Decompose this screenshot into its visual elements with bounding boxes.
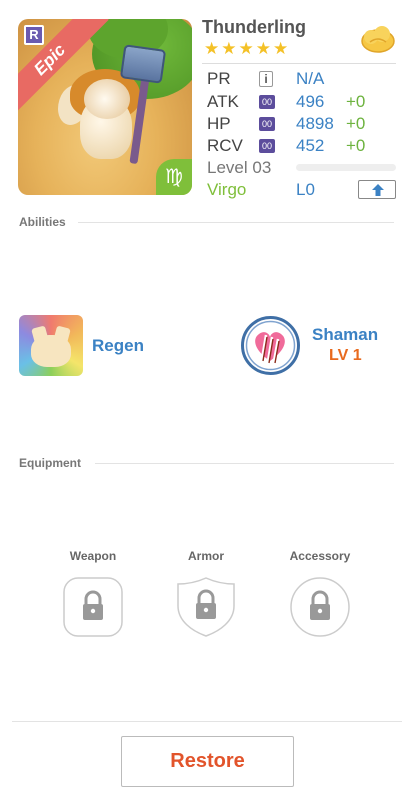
class-level: LV 1	[329, 347, 362, 364]
stat-label: RCV	[207, 136, 243, 155]
armor-slot[interactable]	[175, 576, 237, 638]
stat-value: 4898	[296, 114, 334, 133]
stat-row-rcv: RCV 00 452 +0	[207, 135, 402, 157]
upgrade-button[interactable]	[358, 180, 396, 199]
star-rating: ★★★★★	[204, 39, 291, 58]
abilities-section-label: Abilities	[19, 215, 66, 229]
level-label: Level 03	[207, 158, 272, 177]
cloud-icon[interactable]	[360, 24, 396, 54]
regen-skill-icon[interactable]	[19, 315, 83, 376]
footer-divider	[12, 721, 402, 722]
stat-value: 452	[296, 136, 325, 155]
slot-label-armor: Armor	[187, 549, 224, 563]
creature-head	[84, 79, 130, 119]
monster-portrait[interactable]: Epic R ♍	[18, 19, 192, 195]
rarity-badge-icon: R	[24, 25, 44, 45]
monster-name: Thunderling	[202, 17, 306, 37]
hammer-head	[119, 44, 167, 84]
class-name[interactable]: Shaman	[312, 325, 378, 345]
stat-row-pr: PR i N/A	[207, 68, 402, 90]
stat-row-hp: HP 00 4898 +0	[207, 113, 402, 135]
arrow-up-icon	[372, 184, 384, 196]
equipment-divider	[95, 463, 394, 464]
stat-plus-icon: 00	[259, 117, 275, 131]
slot-label-weapon: Weapon	[69, 549, 117, 563]
abilities-divider	[78, 222, 394, 223]
zodiac-label: Virgo	[207, 180, 247, 199]
header-divider	[202, 63, 396, 64]
stat-bonus: +0	[346, 136, 366, 155]
equipment-section-label: Equipment	[19, 456, 81, 470]
limit-value: L0	[296, 180, 315, 199]
stat-bonus: +0	[346, 114, 366, 133]
restore-button[interactable]: Restore	[121, 736, 294, 787]
stat-label: PR	[207, 69, 231, 88]
stat-plus-icon: 00	[259, 139, 275, 153]
zodiac-virgo-icon: ♍	[156, 159, 192, 195]
stat-plus-icon: 00	[259, 95, 275, 109]
stat-row-atk: ATK 00 496 +0	[207, 91, 402, 113]
heart-claw-icon[interactable]	[240, 315, 301, 376]
slot-label-accessory: Accessory	[289, 549, 351, 563]
skill-icon-face	[31, 335, 71, 367]
weapon-slot[interactable]	[62, 576, 124, 638]
stat-label: ATK	[207, 92, 239, 111]
stat-bonus: +0	[346, 92, 366, 111]
stat-label: HP	[207, 114, 231, 133]
level-progress-bar	[296, 164, 396, 171]
accessory-slot[interactable]	[289, 576, 351, 638]
stat-value: 496	[296, 92, 325, 111]
info-icon[interactable]: i	[259, 71, 273, 87]
stat-value: N/A	[296, 69, 325, 88]
skill-name[interactable]: Regen	[92, 336, 144, 356]
